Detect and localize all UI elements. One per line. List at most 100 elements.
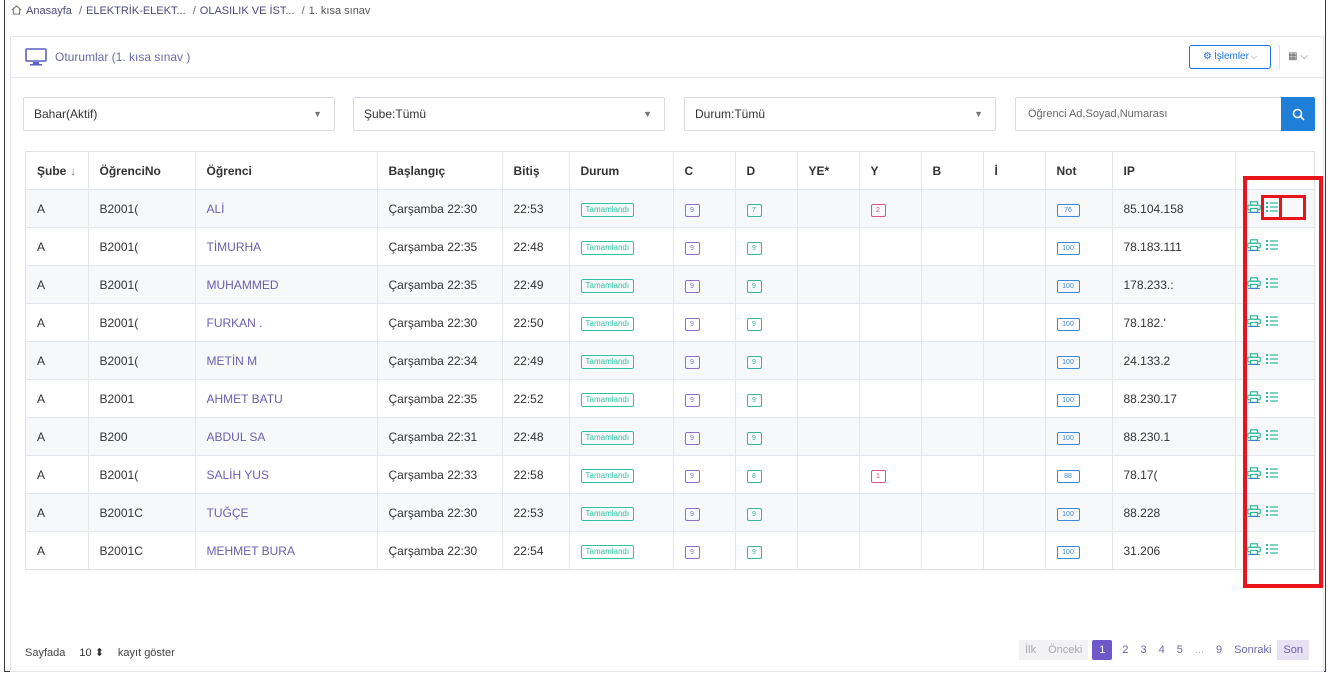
cell-i	[983, 455, 1046, 494]
list-icon[interactable]	[1265, 277, 1279, 289]
col-header-c[interactable]: C	[673, 152, 736, 190]
cell-end: 22:49	[502, 341, 570, 380]
col-header-y[interactable]: Y	[859, 152, 922, 190]
col-header-d[interactable]: D	[735, 152, 798, 190]
pager-page-9[interactable]: 9	[1210, 640, 1228, 660]
cell-student-name[interactable]: TİMURHA	[195, 227, 378, 266]
table-row[interactable]: A B200 ABDUL SA Çarşamba 22:31 22:48 Tam…	[26, 417, 1314, 456]
table-row[interactable]: A B2001( FURKAN . Çarşamba 22:30 22:50 T…	[26, 303, 1314, 342]
page-size-select[interactable]: 10 ⬍	[73, 644, 110, 662]
term-select[interactable]: Bahar(Aktif) ▼	[23, 97, 335, 131]
table-row[interactable]: A B2001( METİN M Çarşamba 22:34 22:49 Ta…	[26, 341, 1314, 380]
list-icon[interactable]	[1265, 505, 1279, 517]
cell-student-name[interactable]: METİN M	[195, 341, 378, 380]
grade-badge: 100	[1056, 317, 1080, 331]
col-header-student[interactable]: Öğrenci	[195, 152, 378, 190]
cell-i	[983, 417, 1046, 456]
col-header-i[interactable]: İ	[983, 152, 1046, 190]
pager-prev[interactable]: Önceki	[1042, 640, 1089, 660]
list-icon[interactable]	[1265, 543, 1279, 555]
col-header-b[interactable]: B	[921, 152, 984, 190]
view-toggle-button[interactable]: ▦ ⌵	[1279, 45, 1316, 69]
chevron-down-icon: ⌵	[1300, 51, 1308, 62]
list-icon[interactable]	[1265, 467, 1279, 479]
print-icon[interactable]	[1246, 429, 1261, 441]
col-header-ye[interactable]: YE*	[797, 152, 860, 190]
table-row[interactable]: A B2001C TUĞÇE Çarşamba 22:30 22:53 Tama…	[26, 493, 1314, 532]
cell-student-name[interactable]: TUĞÇE	[195, 493, 378, 532]
table-row[interactable]: A B2001( MUHAMMED Çarşamba 22:35 22:49 T…	[26, 265, 1314, 304]
col-header-ip[interactable]: IP	[1112, 152, 1236, 190]
cell-student-name[interactable]: AHMET BATU	[195, 379, 378, 418]
pager-page-3[interactable]: 3	[1134, 640, 1152, 660]
breadcrumb-item-course[interactable]: ELEKTRİK-ELEKT...	[86, 5, 186, 17]
pager-page-1[interactable]: 1	[1092, 640, 1113, 660]
table-row[interactable]: A B2001( ALİ Çarşamba 22:30 22:53 Tamaml…	[26, 189, 1314, 228]
print-icon[interactable]	[1246, 353, 1261, 365]
cell-student-name[interactable]: ABDUL SA	[195, 417, 378, 456]
cell-actions	[1235, 455, 1314, 494]
cell-end: 22:53	[502, 493, 570, 532]
cell-student-name[interactable]: ALİ	[195, 189, 378, 228]
cell-start: Çarşamba 22:35	[377, 227, 503, 266]
table-body: A B2001( ALİ Çarşamba 22:30 22:53 Tamaml…	[26, 189, 1314, 569]
list-icon[interactable]	[1265, 391, 1279, 403]
col-header-status[interactable]: Durum	[569, 152, 674, 190]
col-header-not[interactable]: Not	[1045, 152, 1113, 190]
cell-sube: A	[26, 379, 89, 418]
operations-button[interactable]: ⚙ İşlemler ⌵	[1189, 45, 1271, 69]
count-badge-c: 9	[684, 279, 700, 293]
pager-page-4[interactable]: 4	[1153, 640, 1171, 660]
table-row[interactable]: A B2001C MEHMET BURA Çarşamba 22:30 22:5…	[26, 531, 1314, 569]
cell-student-name[interactable]: SALİH YUS	[195, 455, 378, 494]
search-button[interactable]	[1281, 97, 1315, 131]
cell-start: Çarşamba 22:30	[377, 531, 503, 569]
col-header-sube[interactable]: Şube ↓	[26, 152, 89, 190]
list-icon[interactable]	[1265, 429, 1279, 441]
col-header-start[interactable]: Başlangıç	[377, 152, 503, 190]
table-row[interactable]: A B2001( TİMURHA Çarşamba 22:35 22:48 Ta…	[26, 227, 1314, 266]
count-badge-c: 9	[684, 507, 700, 521]
print-icon[interactable]	[1246, 315, 1261, 327]
cell-student-no: B2001(	[88, 341, 196, 380]
pager-last[interactable]: Son	[1277, 640, 1309, 660]
cell-sube: A	[26, 265, 89, 304]
breadcrumb-home[interactable]: Anasayfa	[26, 5, 72, 17]
branch-select[interactable]: Şube:Tümü ▼	[353, 97, 665, 131]
col-header-end[interactable]: Bitiş	[502, 152, 570, 190]
sort-down-icon: ↓	[70, 165, 76, 178]
print-icon[interactable]	[1246, 505, 1261, 517]
pager-page-2[interactable]: 2	[1116, 640, 1134, 660]
print-icon[interactable]	[1246, 239, 1261, 251]
col-header-student-no[interactable]: ÖğrenciNo	[88, 152, 196, 190]
student-search-input[interactable]	[1015, 97, 1281, 131]
print-icon[interactable]	[1246, 201, 1261, 213]
cell-student-name[interactable]: MUHAMMED	[195, 265, 378, 304]
table-row[interactable]: A B2001 AHMET BATU Çarşamba 22:35 22:52 …	[26, 379, 1314, 418]
print-icon[interactable]	[1246, 467, 1261, 479]
table-row[interactable]: A B2001( SALİH YUS Çarşamba 22:33 22:58 …	[26, 455, 1314, 494]
cell-student-name[interactable]: MEHMET BURA	[195, 531, 378, 569]
cell-ye	[797, 531, 860, 569]
cell-end: 22:50	[502, 303, 570, 342]
list-icon[interactable]	[1265, 353, 1279, 365]
cell-student-name[interactable]: FURKAN .	[195, 303, 378, 342]
cell-ip: 88.230.17	[1112, 379, 1236, 418]
print-icon[interactable]	[1246, 543, 1261, 555]
list-icon[interactable]	[1265, 239, 1279, 251]
list-icon[interactable]	[1265, 315, 1279, 327]
pager-next[interactable]: Sonraki	[1228, 640, 1277, 660]
print-icon[interactable]	[1246, 391, 1261, 403]
page-title: Oturumlar (1. kısa sınav )	[55, 50, 191, 64]
sessions-table: Şube ↓ ÖğrenciNo Öğrenci Başlangıç Bitiş …	[25, 151, 1315, 570]
grade-badge: 100	[1056, 355, 1080, 369]
pager-page-5[interactable]: 5	[1171, 640, 1189, 660]
breadcrumb-item-subject[interactable]: OLASILIK VE İST...	[200, 5, 295, 17]
list-icon[interactable]	[1265, 201, 1279, 213]
status-select[interactable]: Durum:Tümü ▼	[684, 97, 996, 131]
cell-ye	[797, 265, 860, 304]
print-icon[interactable]	[1246, 277, 1261, 289]
pager-first[interactable]: İlk	[1019, 640, 1043, 660]
cell-status: Tamamlandı	[569, 227, 674, 266]
monitor-icon	[25, 48, 47, 66]
